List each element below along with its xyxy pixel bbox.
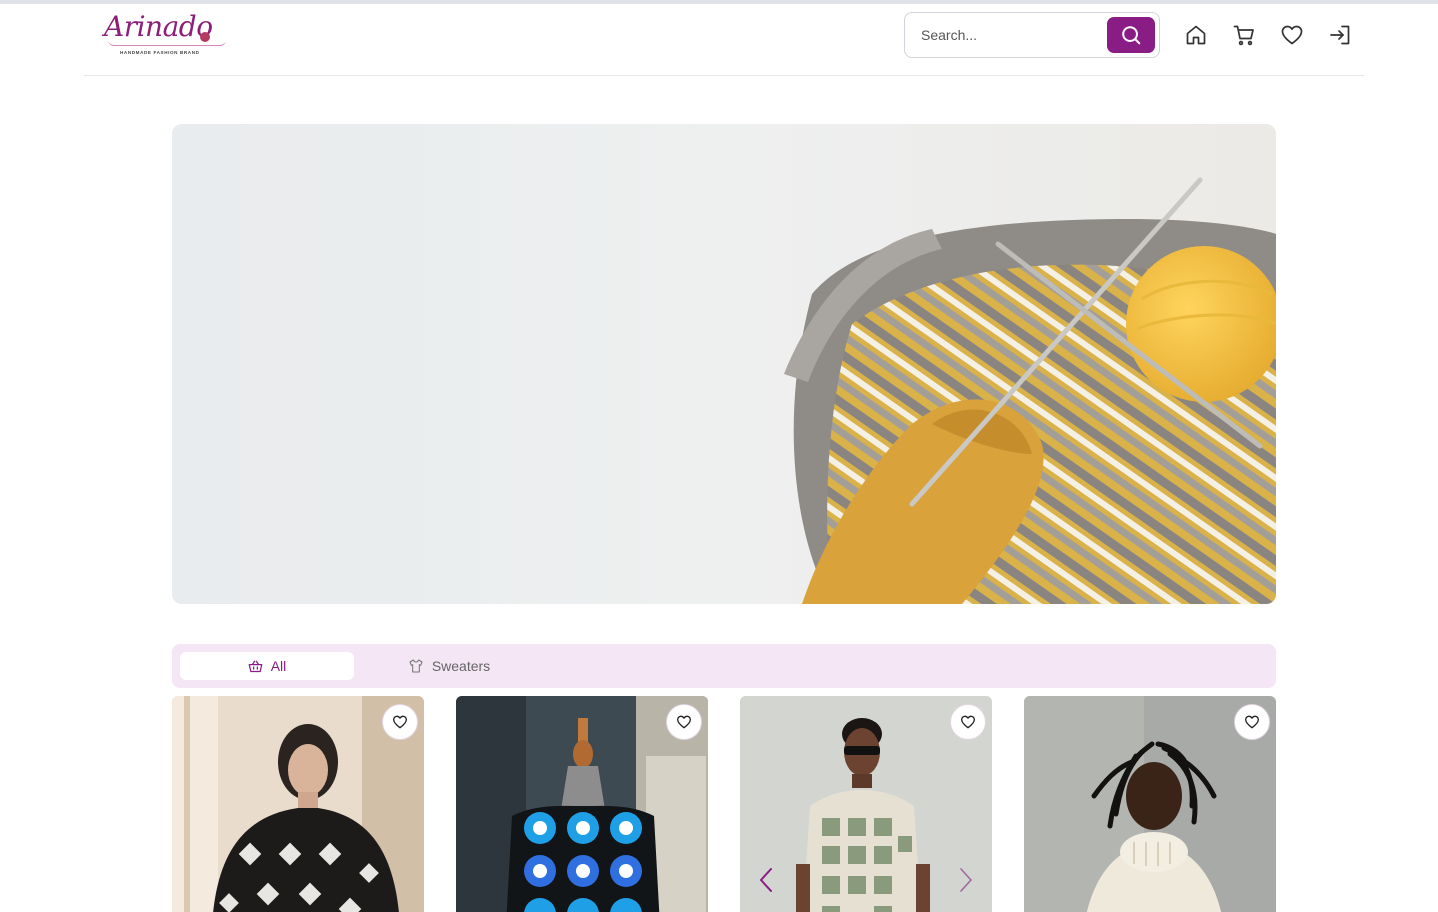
product-card[interactable] xyxy=(740,696,992,912)
favorite-button[interactable] xyxy=(1234,704,1270,740)
category-tabs: All Sweaters xyxy=(172,644,1276,688)
product-card[interactable] xyxy=(172,696,424,912)
search-input[interactable] xyxy=(906,14,1102,56)
product-card[interactable] xyxy=(456,696,708,912)
heart-icon xyxy=(393,715,407,729)
home-icon[interactable] xyxy=(1183,22,1209,48)
basket-icon xyxy=(248,660,263,672)
chevron-right-icon xyxy=(960,868,972,892)
favorite-button[interactable] xyxy=(382,704,418,740)
hero-banner[interactable] xyxy=(172,124,1276,604)
login-icon[interactable] xyxy=(1327,22,1353,48)
logo-wordmark: Arinado xyxy=(104,10,213,43)
search-bar xyxy=(904,12,1160,58)
shirt-icon xyxy=(409,659,423,673)
search-button[interactable] xyxy=(1107,17,1155,53)
tab-all[interactable]: All xyxy=(180,652,354,680)
chevron-left-icon xyxy=(760,868,772,892)
cart-icon[interactable] xyxy=(1231,22,1257,48)
tab-sweaters-label: Sweaters xyxy=(431,658,491,674)
search-icon xyxy=(1122,26,1141,45)
wishlist-heart-icon[interactable] xyxy=(1279,22,1305,48)
heart-icon xyxy=(1245,715,1259,729)
favorite-button[interactable] xyxy=(950,704,986,740)
tab-sweaters[interactable]: Sweaters xyxy=(402,652,496,680)
product-card[interactable] xyxy=(1024,696,1276,912)
tab-all-label: All xyxy=(270,658,287,674)
carousel-next-button[interactable] xyxy=(956,866,976,894)
heart-icon xyxy=(961,715,975,729)
logo-swoosh xyxy=(108,40,226,46)
navbar: Arinado HANDMADE FASHION BRAND xyxy=(84,4,1364,76)
carousel-prev-button[interactable] xyxy=(756,866,776,894)
brand-logo[interactable]: Arinado HANDMADE FASHION BRAND xyxy=(100,10,226,60)
heart-icon xyxy=(677,715,691,729)
hero-knitting-image xyxy=(172,124,1276,604)
favorite-button[interactable] xyxy=(666,704,702,740)
logo-tagline: HANDMADE FASHION BRAND xyxy=(120,50,200,55)
